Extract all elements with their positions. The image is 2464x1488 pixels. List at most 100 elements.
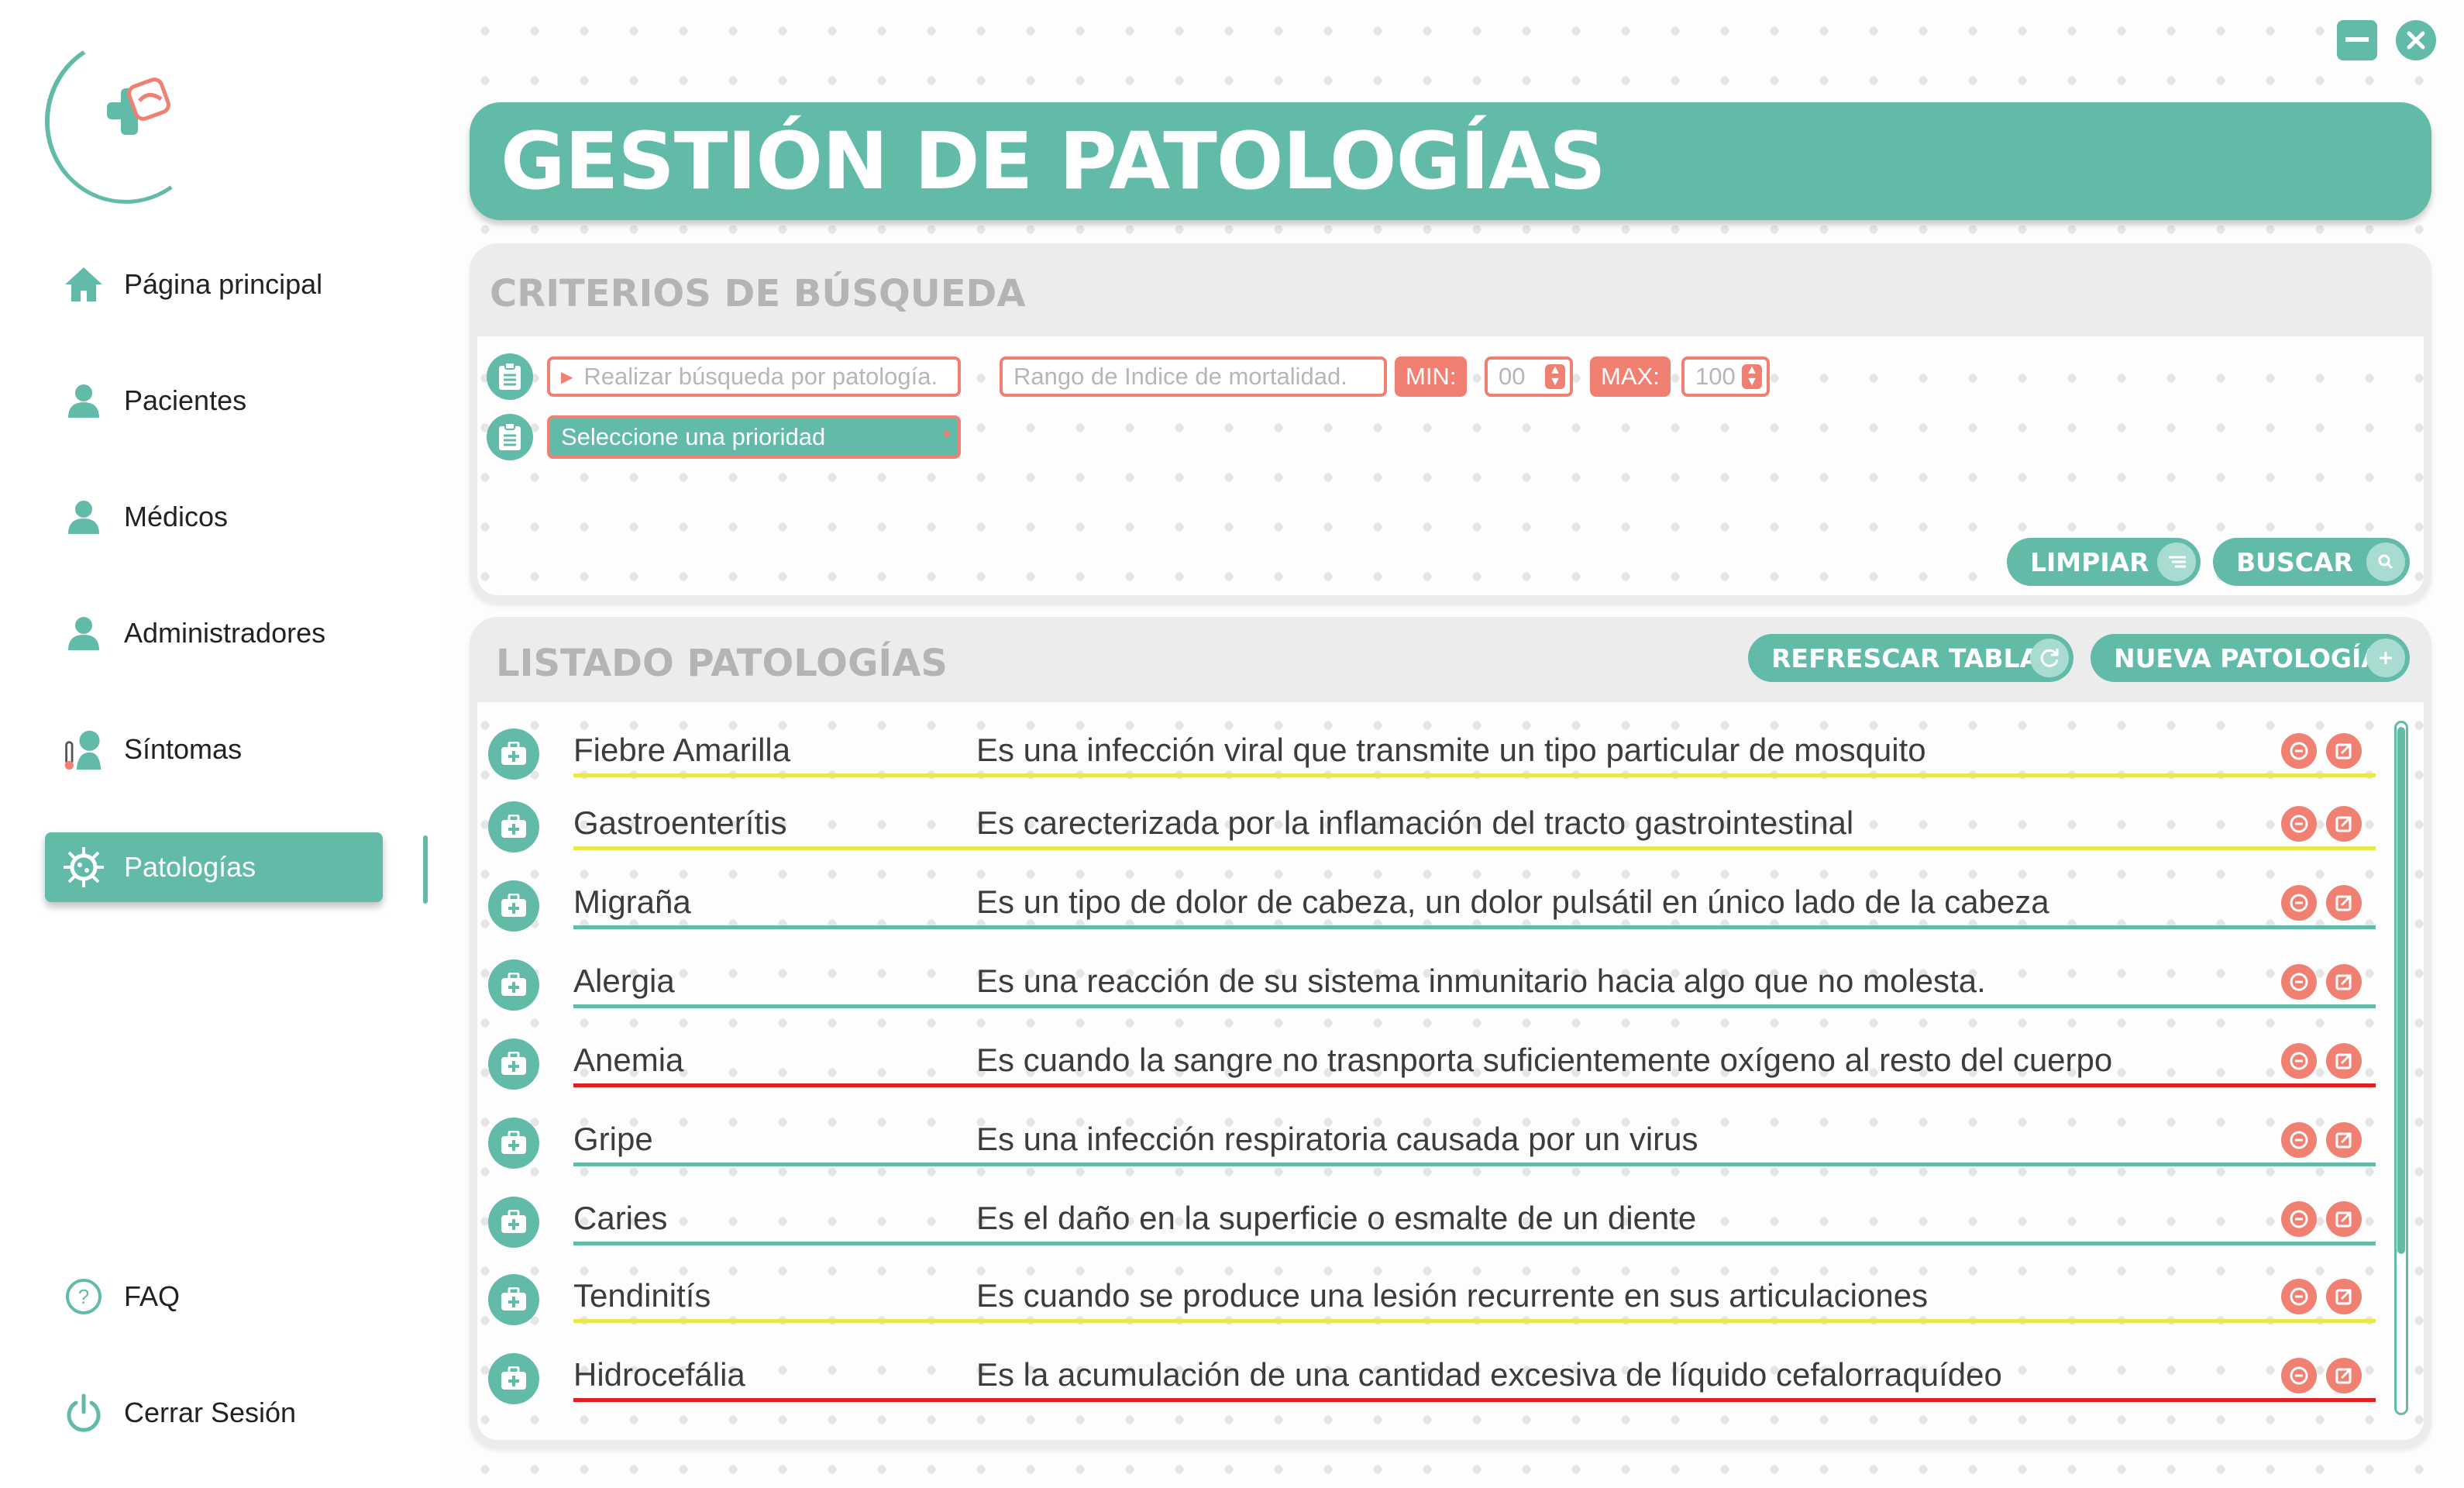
- priority-underline: [573, 1162, 2376, 1166]
- medical-kit-icon: [488, 1197, 539, 1248]
- edit-icon[interactable]: [2326, 733, 2362, 769]
- priority-underline: [573, 1319, 2376, 1323]
- pathology-description: Es cuando se produce una lesión recurren…: [976, 1277, 1929, 1314]
- sidebar-item-home[interactable]: Página principal: [45, 250, 383, 319]
- table-row[interactable]: Hidrocefália Es la acumulación de una can…: [488, 1336, 2379, 1415]
- clear-button[interactable]: LIMPIAR: [2007, 538, 2201, 586]
- page-header: GESTIÓN DE PATOLOGÍAS: [470, 102, 2431, 220]
- edit-icon[interactable]: [2326, 1201, 2362, 1237]
- priority-select[interactable]: Seleccione una prioridad: [547, 415, 961, 459]
- delete-icon[interactable]: [2281, 1122, 2317, 1158]
- mortality-range-field[interactable]: Rango de Indice de mortalidad.: [1000, 356, 1387, 397]
- pathology-description: Es la acumulación de una cantidad excesi…: [976, 1356, 2002, 1393]
- user-icon: [62, 495, 105, 539]
- table-row[interactable]: Caries Es el daño en la superficie o esma…: [488, 1180, 2379, 1259]
- min-stepper[interactable]: 00 ▲ ▼: [1485, 356, 1573, 397]
- minimize-icon: [2345, 37, 2369, 42]
- edit-icon[interactable]: [2326, 1358, 2362, 1393]
- edit-icon[interactable]: [2326, 885, 2362, 921]
- delete-icon[interactable]: [2281, 806, 2317, 842]
- medical-kit-icon: [488, 1038, 539, 1090]
- max-label: MAX:: [1590, 356, 1671, 397]
- stepper-arrows-icon[interactable]: ▲ ▼: [1742, 364, 1762, 389]
- edit-icon[interactable]: [2326, 1122, 2362, 1158]
- pathology-name: Tendinitís: [573, 1277, 711, 1314]
- home-icon: [62, 263, 105, 306]
- sidebar-item-patients[interactable]: Pacientes: [45, 366, 383, 436]
- delete-icon[interactable]: [2281, 885, 2317, 921]
- sidebar-item-faq[interactable]: ? FAQ: [45, 1262, 383, 1331]
- pathology-description: Es una infección viral que transmite un …: [976, 732, 1926, 768]
- medical-kit-icon: [488, 728, 539, 780]
- delete-icon[interactable]: [2281, 1279, 2317, 1314]
- table-row[interactable]: Gripe Es una infección respiratoria causa…: [488, 1100, 2379, 1180]
- app-logo-icon: [107, 78, 170, 135]
- table-row[interactable]: Gastroenterítis Es carecterizada por la i…: [488, 784, 2379, 863]
- table-row[interactable]: Anemia Es cuando la sangre no trasnporta …: [488, 1021, 2379, 1100]
- search-button[interactable]: BUSCAR: [2213, 538, 2410, 586]
- clipboard-icon: [487, 353, 533, 400]
- refresh-table-button[interactable]: REFRESCAR TABLA: [1748, 634, 2073, 682]
- new-pathology-button[interactable]: NUEVA PATOLOGÍA: [2091, 634, 2410, 682]
- logout-button[interactable]: Cerrar Sesión: [45, 1378, 383, 1448]
- sidebar-item-symptoms[interactable]: Síntomas: [45, 715, 383, 784]
- close-button[interactable]: [2396, 20, 2436, 60]
- new-pathology-label: NUEVA PATOLOGÍA: [2114, 642, 2381, 673]
- delete-icon[interactable]: [2281, 964, 2317, 1000]
- pathology-name: Hidrocefália: [573, 1356, 745, 1393]
- max-stepper[interactable]: 100 ▲ ▼: [1681, 356, 1770, 397]
- sidebar-item-label: Cerrar Sesión: [124, 1397, 297, 1428]
- medical-kit-icon: [488, 959, 539, 1011]
- pathology-name: Anemia: [573, 1042, 684, 1078]
- stepper-arrows-icon[interactable]: ▲ ▼: [1545, 364, 1565, 389]
- edit-icon[interactable]: [2326, 1279, 2362, 1314]
- priority-underline: [573, 1004, 2376, 1008]
- delete-icon[interactable]: [2281, 733, 2317, 769]
- dropdown-indicator-icon: [944, 431, 950, 437]
- clipboard-icon: [487, 414, 533, 460]
- min-value: 00: [1499, 363, 1526, 390]
- sidebar-item-label: Médicos: [124, 501, 229, 532]
- sidebar-item-pathologies[interactable]: Patologías: [45, 832, 383, 902]
- edit-icon[interactable]: [2326, 964, 2362, 1000]
- table-row[interactable]: Fiebre Amarilla Es una infección viral qu…: [488, 711, 2379, 790]
- max-value: 100: [1695, 363, 1736, 390]
- minimize-button[interactable]: [2337, 20, 2377, 60]
- medical-kit-icon: [488, 801, 539, 852]
- table-row[interactable]: Tendinitís Es cuando se produce una lesió…: [488, 1257, 2379, 1336]
- pathology-name: Fiebre Amarilla: [573, 732, 791, 768]
- sidebar-item-admins[interactable]: Administradores: [45, 598, 383, 668]
- virus-icon: [62, 846, 105, 889]
- help-icon: ?: [62, 1275, 105, 1318]
- sidebar: Página principal Pacientes Médicos Admin…: [0, 0, 442, 1488]
- clear-icon: [2157, 542, 2196, 581]
- sidebar-item-doctors[interactable]: Médicos: [45, 482, 383, 552]
- list-panel-title: LISTADO PATOLOGÍAS: [496, 642, 948, 685]
- refresh-button-label: REFRESCAR TABLA: [1771, 642, 2040, 673]
- pathology-name: Migraña: [573, 884, 691, 920]
- table-row[interactable]: Alergia Es una reacción de su sistema inm…: [488, 942, 2379, 1021]
- close-icon: [2407, 31, 2425, 50]
- medical-kit-icon: [488, 1274, 539, 1325]
- edit-icon[interactable]: [2326, 1043, 2362, 1079]
- medical-kit-icon: [488, 1118, 539, 1169]
- search-button-label: BUSCAR: [2236, 546, 2353, 577]
- scrollbar-thumb[interactable]: [2397, 727, 2405, 1254]
- refresh-icon: [2030, 639, 2069, 677]
- pathology-description: Es un tipo de dolor de cabeza, un dolor …: [976, 884, 2049, 920]
- pathology-description: Es una infección respiratoria causada po…: [976, 1121, 1698, 1157]
- power-icon: [62, 1391, 105, 1435]
- pathology-search-input[interactable]: ▶ Realizar búsqueda por patología.: [547, 356, 961, 397]
- page-title: GESTIÓN DE PATOLOGÍAS: [501, 115, 1606, 208]
- sidebar-item-label: Patologías: [124, 851, 256, 883]
- priority-underline: [573, 773, 2376, 777]
- priority-underline: [573, 925, 2376, 929]
- edit-icon[interactable]: [2326, 806, 2362, 842]
- table-row[interactable]: Migraña Es un tipo de dolor de cabeza, un…: [488, 863, 2379, 942]
- search-panel-header: CRITERIOS DE BÚSQUEDA: [477, 251, 2424, 336]
- sidebar-item-label: Página principal: [124, 268, 323, 300]
- delete-icon[interactable]: [2281, 1358, 2317, 1393]
- priority-underline: [573, 1083, 2376, 1087]
- delete-icon[interactable]: [2281, 1201, 2317, 1237]
- delete-icon[interactable]: [2281, 1043, 2317, 1079]
